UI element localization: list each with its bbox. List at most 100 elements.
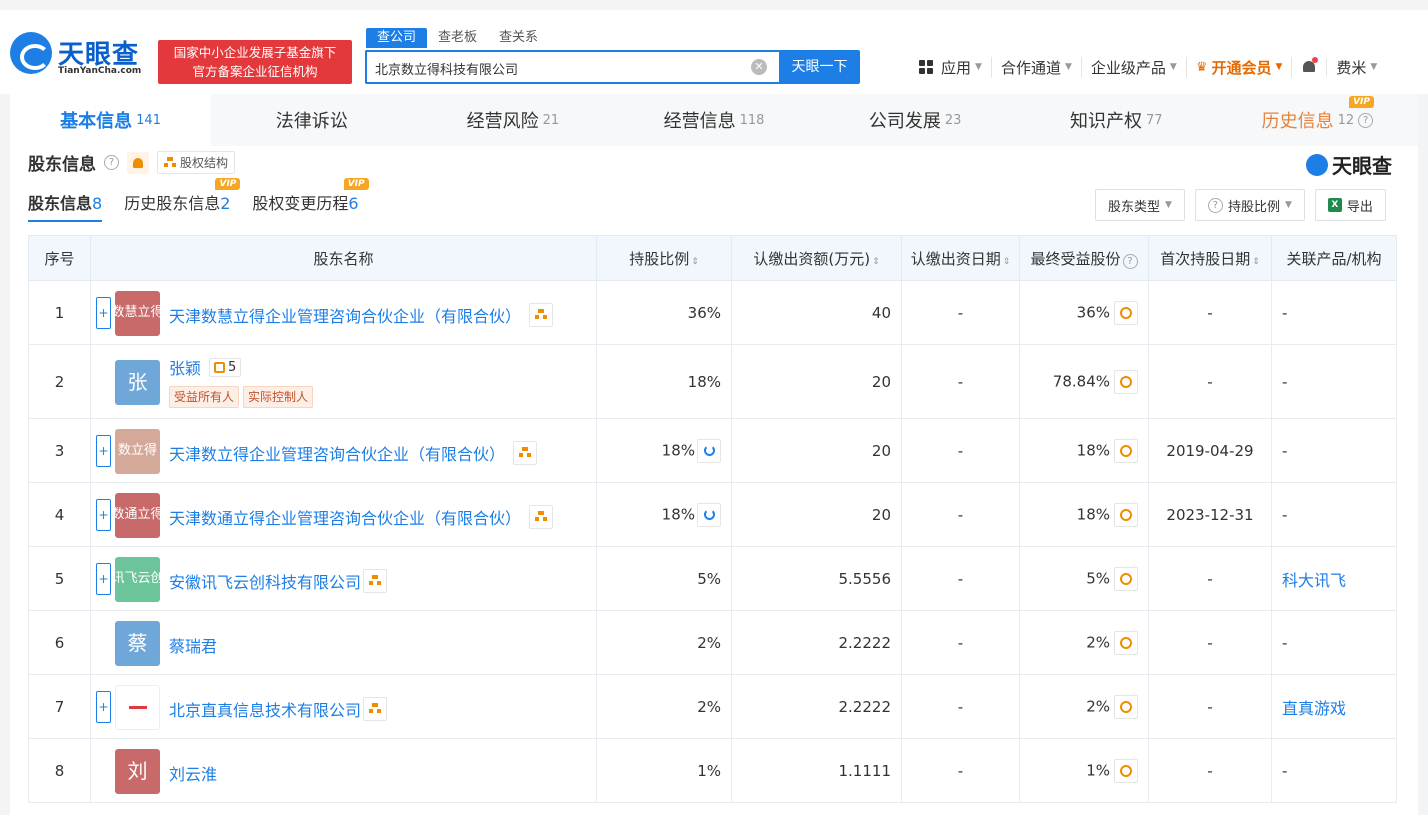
table-row: 5 + 讯飞云创 安徽讯飞云创科技有限公司 5% 5.5556 - 5% - 科… — [28, 546, 1397, 611]
tab-label: 公司发展 — [868, 111, 941, 132]
ratio-cell: 18% — [596, 344, 732, 419]
col-ratio[interactable]: 持股比例 ⇕ — [596, 235, 732, 281]
nav-user[interactable]: 费米 ▼ — [1327, 57, 1386, 78]
shareholder-link[interactable]: 蔡瑞君 — [169, 633, 217, 657]
related-product-link[interactable]: 直真游戏 — [1271, 674, 1397, 739]
nav-enterprise-label: 企业级产品 — [1090, 58, 1166, 77]
subtab-equity-changes[interactable]: VIP 股权变更历程6 — [252, 178, 369, 222]
target-icon[interactable] — [1114, 630, 1138, 655]
nav-enterprise[interactable]: 企业级产品 ▼ — [1082, 56, 1187, 78]
monitor-bell-button[interactable] — [127, 151, 149, 174]
expand-button[interactable]: + — [96, 296, 111, 329]
sort-icon: ⇕ — [691, 256, 699, 267]
first-date-cell: 2019-04-29 — [1148, 418, 1272, 483]
holding-ratio-filter[interactable]: ? 持股比例 ▼ — [1194, 189, 1305, 221]
help-icon[interactable]: ? — [1122, 253, 1138, 269]
section-title: 股东信息 — [28, 155, 96, 175]
related-cell: - — [1271, 738, 1397, 803]
subtab-history-shareholders[interactable]: VIP 历史股东信息2 — [124, 178, 241, 222]
tab-basic-info[interactable]: 基本信息 141 — [10, 94, 212, 146]
tab-label: 经营信息 — [663, 111, 736, 132]
shareholder-link[interactable]: 北京直真信息技术有限公司 — [169, 696, 388, 721]
shareholder-name: 蔡瑞君 — [169, 636, 218, 656]
search-input[interactable] — [375, 58, 735, 78]
amount-cell: 20 — [731, 418, 902, 483]
equity-structure-icon[interactable] — [529, 504, 554, 529]
ratio-cell: 2% — [596, 674, 732, 739]
col-amount[interactable]: 认缴出资额(万元) ⇕ — [731, 235, 902, 281]
shareholder-link[interactable]: 天津数慧立得企业管理咨询合伙企业（有限合伙） — [169, 302, 554, 327]
badge-actual-controller[interactable]: 实际控制人 — [243, 386, 314, 408]
equity-structure-label: 股权结构 — [180, 156, 229, 170]
shareholder-link[interactable]: 安徽讯飞云创科技有限公司 — [169, 568, 388, 593]
tab-risk[interactable]: 经营风险 21 — [412, 94, 613, 146]
caret-down-icon: ▼ — [1169, 62, 1177, 72]
shareholder-link[interactable]: 天津数通立得企业管理咨询合伙企业（有限合伙） — [169, 504, 554, 529]
related-count: 5 — [228, 359, 237, 375]
tab-history[interactable]: VIP 历史信息 12 ? — [1217, 94, 1418, 146]
help-icon[interactable]: ? — [1358, 112, 1374, 128]
tab-development[interactable]: 公司发展 23 — [815, 94, 1016, 146]
search-tab-relation[interactable]: 查关系 — [488, 28, 549, 48]
first-date-cell: - — [1148, 610, 1272, 675]
shareholder-link[interactable]: 天津数立得企业管理咨询合伙企业（有限合伙） — [169, 440, 538, 465]
slogan-line-1: 国家中小企业发展子基金旗下 — [173, 45, 337, 60]
target-icon[interactable] — [1114, 566, 1138, 591]
col-label: 认缴出资日期 — [910, 249, 1001, 268]
expand-button[interactable]: + — [96, 562, 111, 595]
nav-vip[interactable]: ♛ 开通会员 ▼ — [1187, 56, 1293, 78]
equity-structure-icon[interactable] — [529, 302, 554, 327]
target-icon[interactable] — [1114, 438, 1138, 463]
search-tab-boss[interactable]: 查老板 — [427, 28, 488, 48]
help-icon[interactable]: ? — [104, 155, 119, 170]
target-icon[interactable] — [1114, 502, 1138, 527]
final-share-value: 18% — [1076, 441, 1110, 459]
pie-chart-icon[interactable] — [697, 438, 721, 463]
subtab-shareholders[interactable]: 股东信息8 — [28, 190, 103, 222]
pie-chart-icon[interactable] — [697, 502, 721, 527]
equity-structure-button[interactable]: 股权结构 — [157, 151, 236, 174]
nav-apps[interactable]: 应用 ▼ — [910, 56, 992, 78]
row-index: 6 — [28, 610, 91, 675]
clear-icon[interactable]: ✕ — [751, 59, 767, 75]
first-date-cell: - — [1148, 674, 1272, 739]
col-first-date[interactable]: 首次持股日期 ⇕ — [1148, 235, 1272, 281]
equity-structure-icon[interactable] — [363, 568, 388, 593]
nav-cooperation[interactable]: 合作通道 ▼ — [992, 56, 1082, 78]
shareholder-cell: + 讯飞云创 安徽讯飞云创科技有限公司 — [90, 546, 597, 611]
expand-button[interactable]: + — [96, 690, 111, 723]
expand-button[interactable]: + — [96, 498, 111, 531]
user-name: 费米 — [1336, 58, 1367, 77]
final-share-value: 1% — [1086, 761, 1110, 779]
tab-ip[interactable]: 知识产权 77 — [1016, 94, 1217, 146]
target-icon[interactable] — [1114, 369, 1138, 394]
row-index: 1 — [28, 280, 91, 345]
nav-notifications[interactable] — [1292, 57, 1328, 76]
site-logo[interactable]: 天眼查 TianYanCha.com — [10, 32, 150, 82]
equity-structure-icon[interactable] — [513, 440, 538, 465]
badge-beneficial-owner[interactable]: 受益所有人 — [169, 386, 240, 408]
network-icon — [214, 361, 226, 373]
related-product-link[interactable]: 科大讯飞 — [1271, 546, 1397, 611]
shareholder-link[interactable]: 张颖 5 — [169, 355, 242, 379]
search-button[interactable]: 天眼一下 — [779, 50, 860, 84]
tab-operation[interactable]: 经营信息 118 — [613, 94, 814, 146]
tab-legal[interactable]: 法律诉讼 — [211, 94, 412, 146]
target-icon[interactable] — [1114, 694, 1138, 719]
col-date[interactable]: 认缴出资日期 ⇕ — [901, 235, 1020, 281]
target-icon[interactable] — [1114, 300, 1138, 325]
shareholder-type-filter[interactable]: 股东类型 ▼ — [1095, 189, 1185, 221]
final-share-cell: 18% — [1019, 418, 1149, 483]
shareholder-cell: + 北京直真信息技术有限公司 — [90, 674, 597, 739]
shareholder-link[interactable]: 刘云淮 — [169, 761, 217, 785]
expand-button[interactable]: + — [96, 434, 111, 467]
related-companies-button[interactable]: 5 — [209, 357, 242, 377]
search-tab-company[interactable]: 查公司 — [366, 28, 428, 48]
final-share-cell: 2% — [1019, 674, 1149, 739]
export-button[interactable]: X 导出 — [1314, 189, 1386, 221]
equity-structure-icon[interactable] — [363, 696, 388, 721]
logo-domain: TianYanCha.com — [58, 66, 142, 76]
final-share-value: 36% — [1076, 303, 1110, 321]
caret-down-icon: ▼ — [1275, 62, 1283, 72]
target-icon[interactable] — [1114, 758, 1138, 783]
